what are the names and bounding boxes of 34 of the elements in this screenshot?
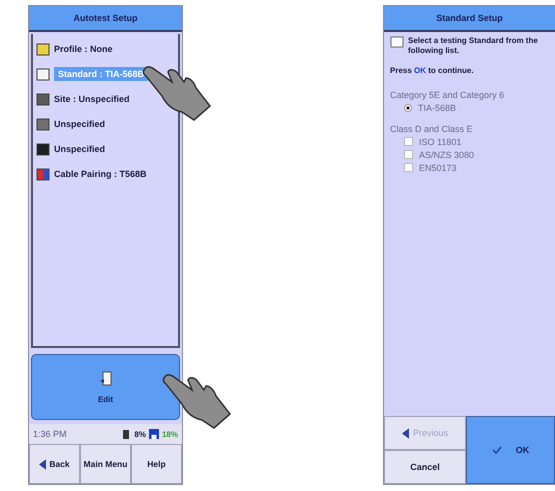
document-icon [36,66,50,80]
instruction-text: Press OK to continue. [390,66,475,75]
group-heading: Category 5E and Category 6 [390,90,506,100]
battery-text: 8% [134,430,146,438]
back-arrow-icon [402,428,409,438]
group-heading: Class D and Class E [390,124,474,134]
list-item[interactable]: Unspecified [33,111,178,136]
option-label: TIA-568B [418,102,456,113]
checkbox[interactable] [404,150,413,160]
nav-button[interactable]: Main Menu [80,444,131,484]
ok-button[interactable]: OK [466,416,555,484]
checkbox[interactable] [404,163,413,172]
option-label: EN50173 [419,162,457,173]
battery-icon [121,428,132,440]
edit-button[interactable]: Edit [31,354,180,420]
storage-text: 18% [162,430,178,438]
option-label: AS/NZS 3080 [419,150,474,160]
option-label: ISO 11801 [419,136,462,147]
checkbox[interactable] [404,137,413,146]
cancel-button[interactable]: Cancel [384,450,466,484]
radio-button[interactable] [404,104,412,112]
list-item[interactable]: Profile : None [33,36,178,61]
document-icon [390,36,404,48]
list-item[interactable]: Cable Pairing : T568B [33,161,178,186]
nav-button[interactable]: Back [29,444,80,484]
list-item[interactable]: Unspecified [33,136,178,161]
back-arrow-icon [39,458,46,470]
clock-text: 1:36 PM [33,429,68,439]
nav-button[interactable]: Help [131,444,182,484]
check-icon [492,446,502,454]
instruction-text: Select a testing Standard from the following list. [408,36,539,57]
screen-title: Standard Setup [384,6,555,32]
document-icon [100,370,112,386]
screen-title: Autotest Setup [29,6,182,32]
